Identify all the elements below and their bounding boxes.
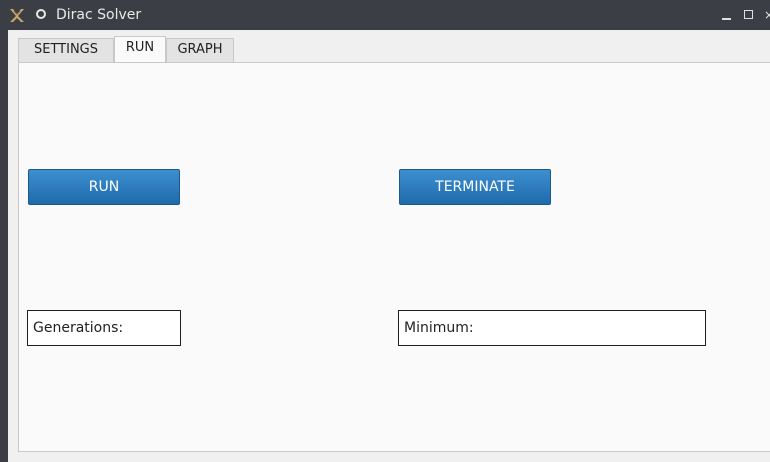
tab-graph[interactable]: GRAPH <box>166 38 234 62</box>
window-title: Dirac Solver <box>56 7 142 23</box>
tab-bar: SETTINGS RUN GRAPH <box>10 30 770 63</box>
minimum-field: Minimum: <box>398 310 706 346</box>
app-logo-icon <box>8 6 26 24</box>
tab-settings[interactable]: SETTINGS <box>18 38 114 62</box>
run-panel <box>18 62 770 452</box>
tab-run[interactable]: RUN <box>114 36 166 63</box>
window-left-border <box>0 30 8 462</box>
minimize-icon[interactable] <box>718 6 736 24</box>
terminate-button[interactable]: TERMINATE <box>399 169 551 205</box>
close-icon[interactable]: × <box>760 6 770 24</box>
window-bottom-edge <box>8 452 770 462</box>
run-button[interactable]: RUN <box>28 169 180 205</box>
title-bar[interactable]: Dirac Solver × <box>0 0 770 30</box>
pin-icon[interactable] <box>36 9 46 19</box>
generations-field: Generations: <box>27 310 181 346</box>
maximize-icon[interactable] <box>740 6 758 24</box>
app-window: Dirac Solver × SETTINGS RUN GRAPH RUN TE… <box>0 0 770 462</box>
